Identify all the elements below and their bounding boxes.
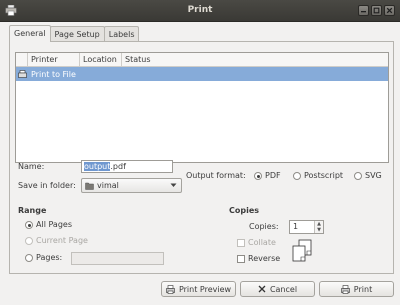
tab-labels[interactable]: Labels — [103, 26, 140, 42]
checkbox-indicator — [237, 254, 245, 263]
print-preview-icon — [166, 284, 175, 294]
radio-indicator — [25, 236, 33, 245]
format-pdf-label: PDF — [265, 171, 281, 180]
copies-value: 1 — [293, 222, 299, 231]
tab-page-setup[interactable]: Page Setup — [49, 26, 105, 42]
radio-indicator — [254, 171, 262, 180]
printer-name: Print to File — [31, 69, 76, 79]
decrement-icon[interactable]: ▼ — [315, 227, 323, 233]
general-tab-panel: Printer Location Status Print to File Na… — [9, 41, 394, 274]
radio-indicator — [293, 171, 301, 180]
format-svg-radio[interactable]: SVG — [354, 171, 382, 180]
maximize-button[interactable] — [371, 5, 382, 16]
pages-label: Pages: — [36, 253, 63, 262]
save-in-folder-label: Save in folder: — [18, 181, 76, 190]
current-page-label: Current Page — [36, 236, 88, 245]
file-name-extension: .pdf — [110, 162, 126, 171]
printer-list[interactable]: Printer Location Status Print to File — [15, 52, 389, 163]
checkbox-indicator — [237, 238, 245, 247]
tab-bar: General Page Setup Labels — [9, 25, 140, 42]
cancel-button[interactable]: Cancel — [240, 281, 315, 297]
all-pages-radio[interactable]: All Pages — [25, 220, 72, 229]
format-svg-label: SVG — [365, 171, 382, 180]
output-format-label: Output format: — [186, 171, 246, 180]
all-pages-label: All Pages — [36, 220, 72, 229]
cancel-label: Cancel — [269, 284, 298, 294]
copies-label: Copies: — [249, 222, 279, 231]
folder-icon — [85, 182, 94, 190]
maximize-icon — [373, 7, 380, 14]
print-to-file-icon — [16, 67, 28, 81]
title-bar: Print — [0, 0, 400, 22]
printer-row-print-to-file[interactable]: Print to File — [16, 67, 388, 81]
collate-checkbox[interactable]: Collate — [237, 238, 276, 247]
printer-list-header: Printer Location Status — [16, 53, 388, 67]
file-name-input[interactable]: output.pdf — [81, 160, 173, 173]
print-button[interactable]: Print — [319, 281, 394, 297]
column-status-header[interactable]: Status — [122, 53, 388, 66]
format-pdf-radio[interactable]: PDF — [254, 171, 281, 180]
window-title: Print — [187, 5, 213, 15]
print-preview-label: Print Preview — [178, 284, 232, 294]
save-folder-select[interactable]: vimal — [81, 178, 182, 193]
close-button[interactable] — [384, 5, 395, 16]
printer-icon — [340, 284, 350, 294]
copies-spinbutton[interactable]: 1 ▲ ▼ — [289, 220, 324, 234]
collate-pages-icon — [292, 239, 312, 262]
range-title: Range — [18, 206, 47, 215]
print-label: Print — [353, 284, 373, 294]
reverse-checkbox[interactable]: Reverse — [237, 254, 280, 263]
radio-indicator — [25, 220, 33, 229]
current-page-radio[interactable]: Current Page — [25, 236, 88, 245]
copies-title: Copies — [229, 206, 260, 215]
radio-indicator — [354, 171, 362, 180]
column-icon-header[interactable] — [16, 53, 28, 66]
chevron-down-icon — [170, 183, 177, 187]
close-icon — [258, 285, 266, 293]
save-folder-value: vimal — [97, 181, 119, 190]
print-preview-button[interactable]: Print Preview — [161, 281, 236, 297]
column-printer-header[interactable]: Printer — [28, 53, 80, 66]
minimize-icon — [361, 11, 366, 13]
reverse-label: Reverse — [248, 254, 281, 263]
column-location-header[interactable]: Location — [80, 53, 122, 66]
format-postscript-label: Postscript — [304, 171, 344, 180]
file-name-selected-text: output — [84, 162, 111, 171]
name-label: Name: — [18, 162, 45, 171]
pages-radio[interactable]: Pages: — [25, 253, 62, 262]
radio-indicator — [25, 253, 33, 262]
pages-input[interactable] — [71, 252, 164, 265]
format-postscript-radio[interactable]: Postscript — [293, 171, 343, 180]
collate-label: Collate — [248, 238, 276, 247]
close-icon — [386, 7, 393, 14]
tab-general[interactable]: General — [9, 25, 51, 42]
minimize-button[interactable] — [358, 5, 369, 16]
